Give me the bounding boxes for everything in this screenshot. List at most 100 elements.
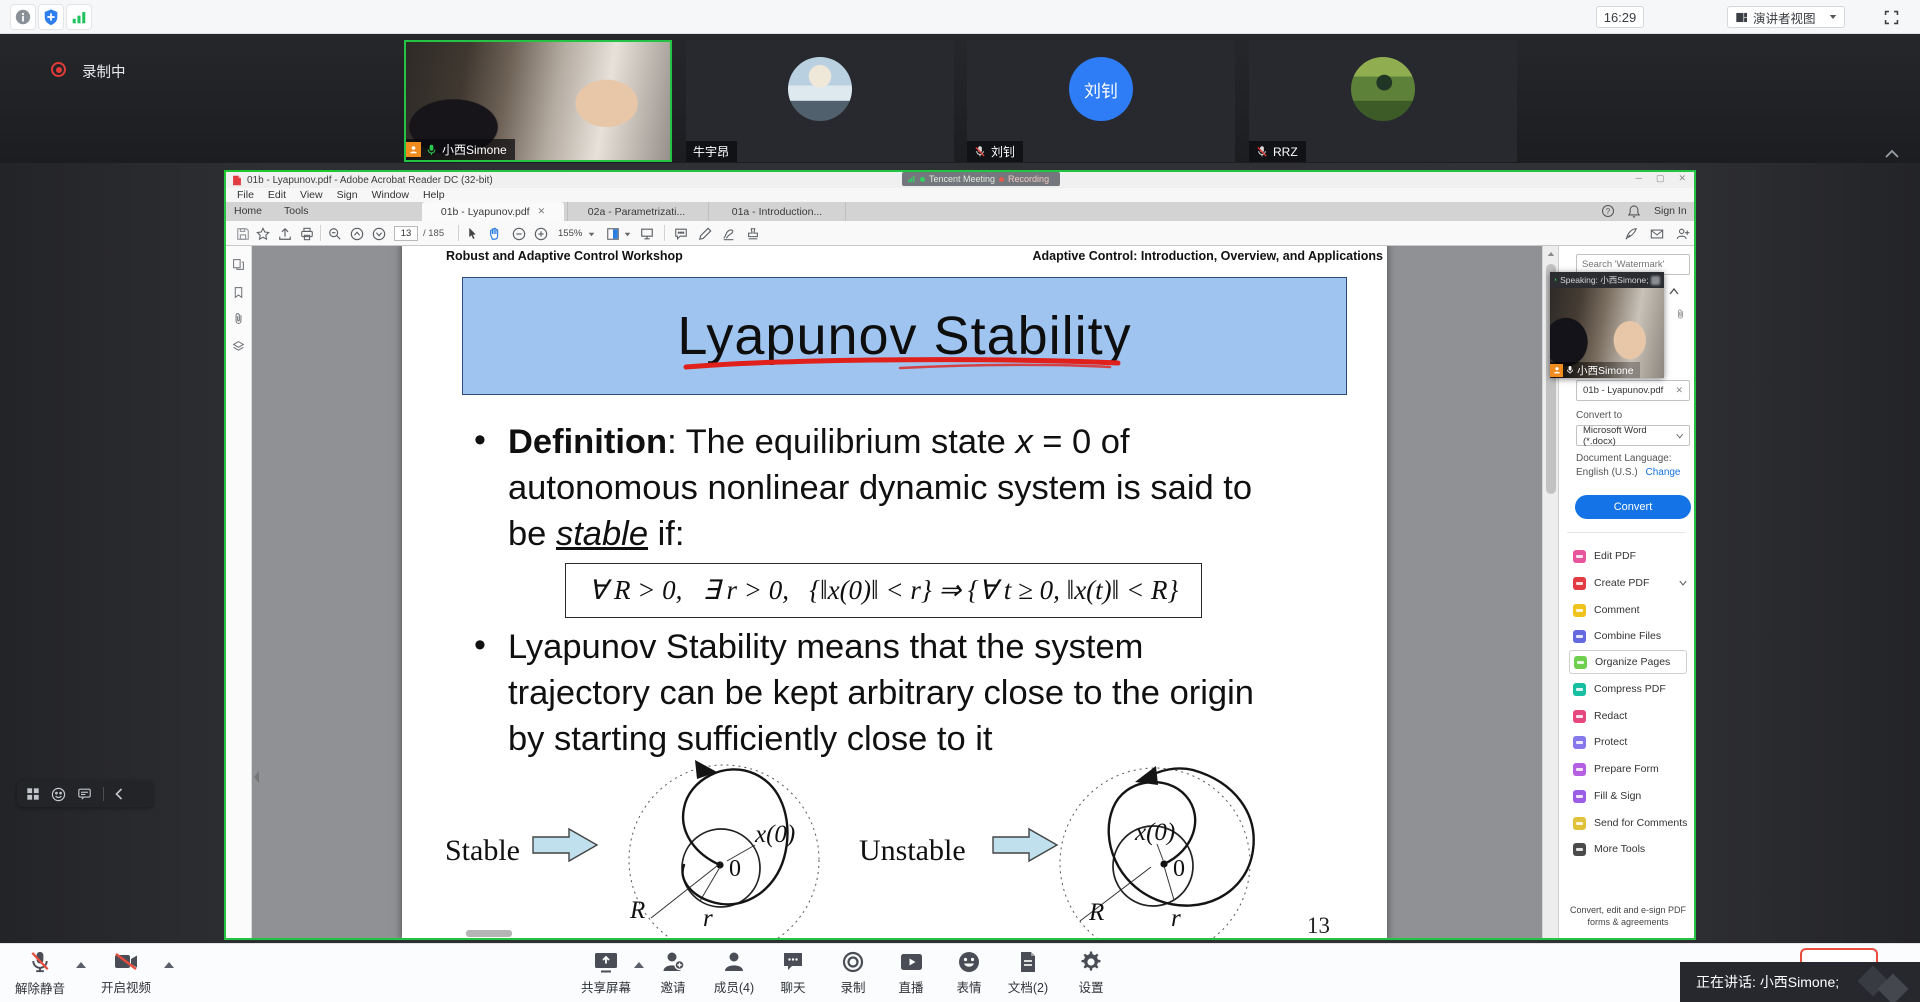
horizontal-scrollbar-thumb[interactable] [466,930,512,937]
sign-in-link[interactable]: Sign In [1654,205,1687,217]
reactions-button[interactable]: 表情 [937,950,1001,996]
tool-comment[interactable]: Comment [1573,598,1640,622]
tool-more-tools[interactable]: More Tools [1573,837,1645,861]
add-reviewer-button[interactable] [1674,225,1691,242]
collapse-strip-button[interactable] [1884,146,1900,164]
tab-doc-lyapunov[interactable]: 01b - Lyapunov.pdf ✕ [422,202,564,221]
stamp-tool-button[interactable] [744,225,761,242]
help-icon[interactable]: ? [1602,205,1614,217]
svg-text:x(0): x(0) [754,821,795,848]
view-mode-selector[interactable]: 演讲者视图 [1727,6,1845,28]
print-button[interactable] [298,225,315,242]
bookmarks-button[interactable] [232,286,245,304]
zoom-search-button[interactable] [326,225,343,242]
quill-sign-button[interactable] [1622,225,1639,242]
invite-button[interactable]: 邀请 [641,950,705,996]
page-number-input[interactable] [394,226,418,241]
select-tool-button[interactable] [464,225,481,242]
sign-tool-button[interactable] [720,225,737,242]
menu-item-sign[interactable]: Sign [330,189,365,201]
tool-organize-pages[interactable]: Organize Pages [1569,650,1687,674]
page-thumbnails-button[interactable] [232,258,245,276]
page-fit-button[interactable] [604,225,621,242]
participant-tile-liuzhao[interactable]: 刘钊 刘钊 [967,40,1235,162]
convert-button[interactable]: Convert [1575,495,1691,519]
network-status-button[interactable] [66,4,92,30]
settings-button[interactable]: 设置 [1059,950,1123,996]
collapse-bar-icon[interactable] [115,788,123,800]
presentation-mode-button[interactable] [638,225,655,242]
previous-page-button[interactable] [348,225,365,242]
tab-doc-introduction[interactable]: 01a - Introduction... [708,202,846,221]
tool-fill-sign[interactable]: Fill & Sign [1573,784,1641,808]
documents-button[interactable]: 文档(2) [996,950,1060,996]
tool-redact[interactable]: Redact [1573,704,1627,728]
tool-prepare-form[interactable]: Prepare Form [1573,757,1659,781]
tool-combine-files[interactable]: Combine Files [1573,624,1661,648]
tool-compress-pdf[interactable]: Compress PDF [1573,677,1666,701]
floating-speaker-video[interactable]: Speaking: 小西Simone; 小西Simone [1550,272,1664,378]
participant-tile-niuyuang[interactable]: 牛宇昂 [686,40,954,162]
close-button[interactable]: ✕ [1678,173,1686,184]
chevron-down-icon[interactable] [588,232,595,237]
document-area[interactable]: Robust and Adaptive Control Workshop Ada… [252,246,1542,938]
tool-protect[interactable]: Protect [1573,730,1627,754]
chevron-down-icon[interactable] [624,232,631,237]
tab-home[interactable]: Home [234,205,262,217]
comment-tool-button[interactable] [672,225,689,242]
minimize-button[interactable]: ─ [1636,173,1642,184]
change-language-link[interactable]: Change [1645,467,1680,478]
menu-item-edit[interactable]: Edit [261,189,293,201]
menu-item-view[interactable]: View [293,189,330,201]
chat-button[interactable]: 聊天 [761,950,825,996]
tool-create-pdf[interactable]: Create PDF [1573,571,1687,595]
attachments-button[interactable] [232,312,245,330]
participant-tile-simone[interactable]: 小西Simone [404,40,672,162]
divider [103,787,104,801]
tool-send-for-comments[interactable]: Send for Comments [1573,811,1687,835]
maximize-button[interactable]: ▢ [1656,173,1665,184]
menu-item-help[interactable]: Help [416,189,452,201]
fullscreen-button[interactable] [1879,6,1903,28]
remove-file-icon[interactable]: ✕ [1675,385,1683,396]
bell-icon[interactable] [1628,205,1640,218]
attachment-clip-icon[interactable] [1675,308,1686,320]
camera-options-chevron[interactable] [164,962,174,969]
next-page-button[interactable] [370,225,387,242]
unmute-button[interactable]: 解除静音 [8,950,72,997]
emoji-reaction-icon[interactable] [51,787,66,802]
captions-icon[interactable] [77,787,92,801]
save-button[interactable] [234,225,251,242]
collapse-section-icon[interactable] [1669,288,1679,295]
close-tab-icon[interactable]: ✕ [538,206,546,217]
hand-tool-button[interactable] [486,225,503,242]
layout-grid-icon[interactable] [26,787,40,801]
meeting-security-button[interactable] [38,4,64,30]
export-file-pill: 01b - Lyapunov.pdf ✕ [1576,380,1690,401]
start-video-button[interactable]: 开启视频 [94,950,158,996]
live-stream-button[interactable]: 直播 [879,950,943,996]
tab-doc-parametrization[interactable]: 02a - Parametrizati... [567,202,705,221]
mic-options-chevron[interactable] [76,962,86,969]
send-email-button[interactable] [1648,225,1665,242]
participant-tile-rrz[interactable]: RRZ [1249,40,1517,162]
zoom-out-button[interactable] [510,225,527,242]
share-file-button[interactable] [276,225,293,242]
members-button[interactable]: 成员(4) [702,950,766,996]
send-for-comments-icon [1573,817,1586,830]
menu-item-window[interactable]: Window [365,189,416,201]
share-screen-button[interactable]: 共享屏幕 [574,950,638,996]
layers-button[interactable] [232,340,245,358]
tool-edit-pdf[interactable]: Edit PDF [1573,544,1636,568]
zoom-level[interactable]: 155% [558,228,582,239]
star-button[interactable] [254,225,271,242]
pencil-tool-button[interactable] [696,225,713,242]
format-dropdown[interactable]: Microsoft Word (*.docx) [1576,425,1690,446]
meeting-info-button[interactable] [10,4,36,30]
tab-tools[interactable]: Tools [284,205,309,217]
scroll-up-icon[interactable] [1547,251,1555,257]
collapse-left-panel-icon[interactable] [253,770,260,784]
record-button[interactable]: 录制 [821,950,885,996]
zoom-in-button[interactable] [532,225,549,242]
menu-item-file[interactable]: File [230,189,261,201]
